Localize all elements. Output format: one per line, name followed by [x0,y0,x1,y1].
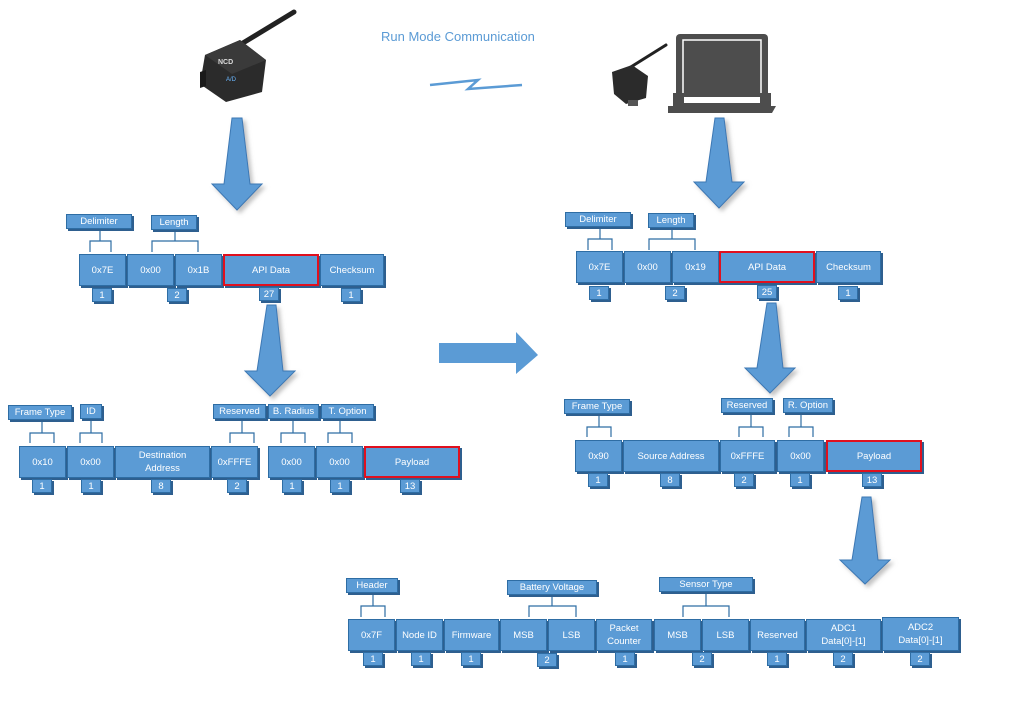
label-delimiter: Delimiter [565,212,631,227]
size-badge: 1 [282,479,302,493]
field-battery-msb: MSB [500,619,547,651]
right-arrow-icon [439,332,538,374]
label-frame-type: Frame Type [8,405,72,420]
size-badge: 1 [92,288,112,302]
down-arrow-icon [243,304,297,397]
size-badge: 1 [588,473,608,487]
field-firmware: Firmware [444,619,499,651]
size-badge: 25 [757,285,777,299]
size-badge: 13 [862,473,882,487]
size-badge: 1 [589,286,609,300]
field-reserved: 0xFFFE [211,446,258,478]
label-id: ID [80,404,102,419]
field-reserved: Reserved [750,619,805,651]
field-node-id: Node ID [396,619,443,651]
size-badge: 1 [32,479,52,493]
size-badge: 2 [537,653,557,667]
device-brand-label: NCD [218,59,233,66]
field-receive-option: 0x00 [777,440,824,472]
svg-text:A/D: A/D [226,77,237,83]
label-reserved: Reserved [721,398,773,413]
field-packet-counter: Packet Counter [596,619,652,651]
field-checksum: Checksum [320,254,384,286]
field-frame-id: 0x00 [67,446,114,478]
field-adc2-data: ADC2 Data[0]-[1] [882,617,959,651]
down-arrow-icon [210,117,264,211]
size-badge: 2 [833,652,853,666]
label-sensor-type: Sensor Type [659,577,753,592]
size-badge: 13 [400,479,420,493]
field-frame-type: 0x90 [575,440,622,472]
label-reserved: Reserved [213,404,266,419]
size-badge: 1 [411,652,431,666]
field-payload: Payload [364,446,460,478]
label-delimiter: Delimiter [66,214,132,229]
field-length-lsb: 0x1B [175,254,222,286]
size-badge: 1 [341,288,361,302]
field-api-data: API Data [719,251,815,283]
field-frame-type: 0x10 [19,446,66,478]
wireless-link-icon [429,78,523,91]
size-badge: 1 [330,479,350,493]
size-badge: 27 [259,287,279,301]
size-badge: 1 [461,652,481,666]
size-badge: 8 [151,479,171,493]
size-badge: 2 [910,652,930,666]
size-badge: 8 [660,473,680,487]
down-arrow-icon [743,302,797,394]
field-broadcast-radius: 0x00 [268,446,315,478]
field-sensor-type-msb: MSB [654,619,701,651]
field-api-data: API Data [223,254,319,286]
label-transmit-option: T. Option [321,404,374,419]
label-frame-type: Frame Type [564,399,630,414]
size-badge: 2 [665,286,685,300]
field-header: 0x7F [348,619,395,651]
label-battery-voltage: Battery Voltage [507,580,597,595]
down-arrow-icon [838,496,892,585]
laptop-icon [668,34,776,113]
label-length: Length [151,215,197,230]
size-badge: 1 [81,479,101,493]
field-battery-lsb: LSB [548,619,595,651]
size-badge: 2 [734,473,754,487]
label-receive-option: R. Option [783,398,833,413]
field-transmit-option: 0x00 [316,446,363,478]
size-badge: 2 [227,479,247,493]
diagram-graphics: NCD A/D [29,9,892,617]
field-length-msb: 0x00 [624,251,671,283]
field-sensor-type-lsb: LSB [702,619,749,651]
field-destination-address: Destination Address [115,446,210,478]
field-checksum: Checksum [816,251,881,283]
sensor-device-icon: NCD A/D [200,9,297,102]
field-adc1-data: ADC1 Data[0]-[1] [806,619,881,651]
label-header: Header [346,578,398,593]
size-badge: 1 [363,652,383,666]
field-source-address: Source Address [623,440,719,472]
size-badge: 2 [692,652,712,666]
down-arrow-icon [692,117,746,209]
label-broadcast-radius: B. Radius [268,404,319,419]
field-payload: Payload [826,440,922,472]
label-length: Length [648,213,694,228]
gateway-device-icon [612,43,668,106]
size-badge: 1 [790,473,810,487]
field-delimiter: 0x7E [576,251,623,283]
field-length-lsb: 0x19 [672,251,719,283]
size-badge: 2 [167,288,187,302]
field-reserved: 0xFFFE [720,440,775,472]
field-length-msb: 0x00 [127,254,174,286]
field-delimiter: 0x7E [79,254,126,286]
size-badge: 1 [767,652,787,666]
size-badge: 1 [838,286,858,300]
size-badge: 1 [615,652,635,666]
